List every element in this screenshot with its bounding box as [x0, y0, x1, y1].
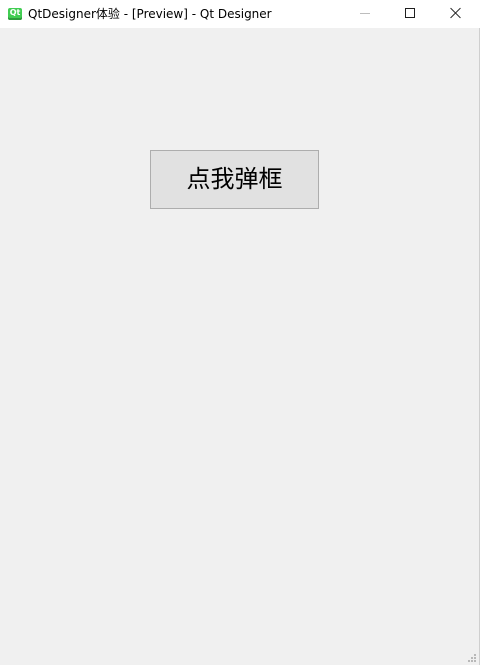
minimize-icon — [360, 13, 370, 14]
resize-grip-dot — [468, 660, 470, 662]
popup-button[interactable]: 点我弹框 — [150, 150, 319, 209]
resize-grip-dot — [474, 657, 476, 659]
resize-grip-dot — [471, 657, 473, 659]
window-title: QtDesigner体验 - [Preview] - Qt Designer — [28, 7, 272, 21]
close-button[interactable] — [433, 0, 479, 28]
close-icon — [450, 7, 462, 19]
title-bar[interactable]: Qt QtDesigner体验 - [Preview] - Qt Designe… — [0, 0, 480, 28]
qt-logo-icon: Qt — [8, 8, 22, 20]
resize-grip-icon[interactable] — [468, 654, 476, 662]
resize-grip-dot — [474, 654, 476, 656]
resize-grip-dot — [474, 660, 476, 662]
maximize-button[interactable] — [387, 0, 433, 28]
maximize-icon — [405, 8, 415, 18]
minimize-button[interactable] — [342, 0, 388, 28]
qt-logo-text: Qt — [9, 8, 21, 17]
resize-grip-dot — [471, 660, 473, 662]
preview-form-area: 点我弹框 — [0, 28, 479, 665]
qt-preview-window: Qt QtDesigner体验 - [Preview] - Qt Designe… — [0, 0, 480, 665]
